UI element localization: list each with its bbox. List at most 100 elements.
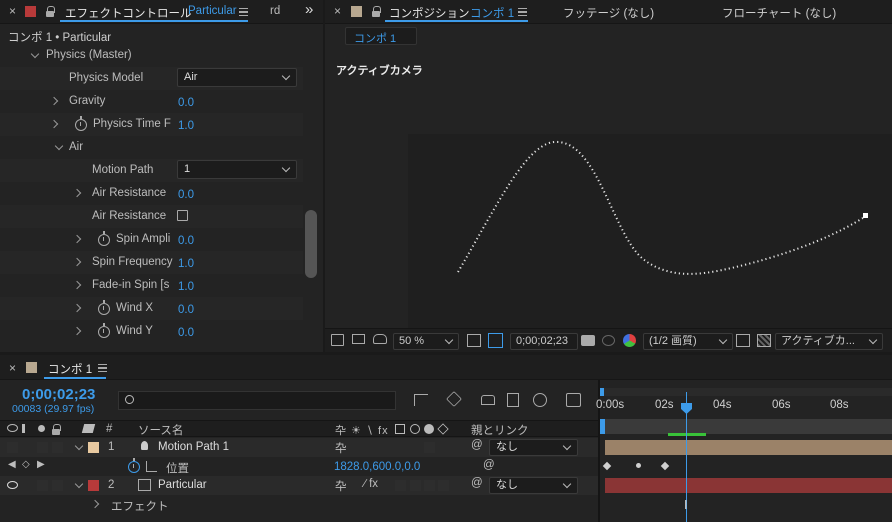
- switch-cell[interactable]: [424, 442, 435, 453]
- effect-switch-icon[interactable]: ∕ fx: [364, 478, 378, 490]
- visibility-toggle[interactable]: [7, 442, 18, 453]
- close-tab-icon[interactable]: ×: [334, 4, 341, 18]
- tab-composition-title[interactable]: コンポジション: [389, 5, 470, 21]
- chevron-down-icon[interactable]: [54, 141, 64, 151]
- col-source-name[interactable]: ソース名: [138, 422, 183, 438]
- tab-overflow-text[interactable]: rd: [270, 5, 280, 17]
- lock-toggle[interactable]: [52, 480, 63, 491]
- chevron-down-icon[interactable]: [30, 49, 40, 59]
- panel-menu-icon[interactable]: [239, 8, 248, 16]
- channel-icon[interactable]: [623, 334, 636, 347]
- comp-flowchart-icon[interactable]: [414, 394, 428, 406]
- air-resistance-checkbox[interactable]: [177, 210, 188, 221]
- col-parent-link[interactable]: 親とリンク: [471, 422, 529, 438]
- physics-master-group[interactable]: Physics (Master): [0, 44, 303, 67]
- parent-dropdown[interactable]: なし: [489, 439, 578, 456]
- timeline-current-time[interactable]: 0;00;02;23: [22, 386, 95, 403]
- more-tabs-icon[interactable]: »: [305, 1, 313, 18]
- tab-footage[interactable]: フッテージ (なし): [563, 5, 654, 21]
- collapse-switch-icon[interactable]: 卆: [335, 440, 347, 456]
- layer-1-duration-bar[interactable]: [605, 440, 892, 455]
- panel-menu-icon[interactable]: [518, 8, 527, 16]
- time-navigator[interactable]: [600, 388, 892, 396]
- pickwhip-icon[interactable]: @: [483, 459, 495, 471]
- grid-guides-icon[interactable]: [467, 334, 481, 347]
- tab-effect-name[interactable]: Particular: [188, 5, 237, 17]
- chevron-right-icon[interactable]: [72, 234, 82, 244]
- air-resistance-value[interactable]: 0.0: [178, 189, 194, 201]
- lock-icon[interactable]: [372, 6, 381, 17]
- chevron-right-icon[interactable]: [72, 303, 82, 313]
- layer-2-duration-bar[interactable]: [605, 478, 892, 493]
- tab-timeline-comp[interactable]: コンポ 1: [48, 361, 92, 377]
- chevron-right-icon[interactable]: [90, 499, 100, 509]
- lock-icon[interactable]: [52, 424, 61, 435]
- solo-icon[interactable]: [38, 425, 45, 432]
- chevron-right-icon[interactable]: [49, 96, 59, 106]
- switch-cell[interactable]: [424, 480, 435, 491]
- label-tag-icon[interactable]: [81, 424, 96, 433]
- stopwatch-icon[interactable]: [75, 116, 87, 131]
- eye-icon[interactable]: [7, 424, 18, 432]
- chevron-right-icon[interactable]: [72, 188, 82, 198]
- resolution-dropdown[interactable]: (1/2 画質): [643, 333, 733, 350]
- motion-blur-icon[interactable]: [533, 393, 547, 407]
- chevron-right-icon[interactable]: [72, 257, 82, 267]
- work-area-bar[interactable]: [600, 419, 892, 434]
- solo-toggle[interactable]: [37, 442, 48, 453]
- zoom-dropdown[interactable]: 50 %: [393, 333, 459, 350]
- layer-name[interactable]: Particular: [158, 479, 207, 491]
- parent-dropdown[interactable]: なし: [489, 477, 578, 494]
- switch-cell[interactable]: [410, 480, 421, 491]
- region-of-interest-icon[interactable]: [736, 334, 750, 347]
- show-snapshot-icon[interactable]: [602, 335, 615, 346]
- stopwatch-icon[interactable]: [98, 323, 110, 338]
- tab-effect-controls-title[interactable]: エフェクトコントロール: [65, 5, 192, 21]
- motion-path-dropdown[interactable]: 1: [177, 160, 297, 179]
- toggle-mask-path-icon[interactable]: [488, 333, 503, 348]
- switch-cell[interactable]: [438, 480, 449, 491]
- eye-icon[interactable]: [7, 481, 18, 489]
- stopwatch-icon[interactable]: [98, 300, 110, 315]
- stopwatch-icon[interactable]: [98, 231, 110, 246]
- layer-label-color[interactable]: [88, 442, 99, 453]
- comp-viewer-canvas[interactable]: [408, 134, 892, 328]
- physics-time-value[interactable]: 1.0: [178, 120, 194, 132]
- air-group[interactable]: Air: [0, 136, 303, 159]
- collapse-switch-icon[interactable]: 卆: [335, 478, 347, 494]
- camera-view-dropdown[interactable]: アクティブカ...: [775, 333, 883, 350]
- mask-view-icon[interactable]: [373, 334, 387, 344]
- layer-search-field[interactable]: [141, 393, 391, 408]
- pickwhip-icon[interactable]: @: [471, 439, 483, 451]
- chevron-right-icon[interactable]: [49, 119, 59, 129]
- effects-scrollbar[interactable]: [305, 210, 317, 278]
- fade-in-spin-value[interactable]: 1.0: [178, 281, 194, 293]
- comp-nav-chip[interactable]: コンポ 1: [345, 27, 417, 45]
- graph-icon[interactable]: [146, 461, 157, 472]
- add-keyframe-icon[interactable]: ◇: [22, 459, 30, 470]
- current-time-box[interactable]: 0;00;02;23: [510, 333, 578, 350]
- tab-flowchart[interactable]: フローチャート (なし): [722, 5, 836, 21]
- spin-ampli-value[interactable]: 0.0: [178, 235, 194, 247]
- gravity-value[interactable]: 0.0: [178, 97, 194, 109]
- transparency-grid-icon[interactable]: [757, 334, 771, 347]
- solo-toggle[interactable]: [37, 480, 48, 491]
- navigator-start-handle[interactable]: [600, 388, 604, 396]
- prev-keyframe-icon[interactable]: ◀: [8, 459, 16, 470]
- lock-toggle[interactable]: [52, 442, 63, 453]
- close-tab-icon[interactable]: ×: [9, 4, 16, 18]
- lock-icon[interactable]: [46, 6, 55, 17]
- position-value[interactable]: 1828.0,600.0,0.0: [334, 461, 420, 473]
- layer-row-1[interactable]: 1 Motion Path 1 卆 @ なし: [0, 438, 600, 457]
- layer-search-input[interactable]: [118, 391, 396, 410]
- chevron-down-icon[interactable]: [74, 479, 84, 489]
- spin-frequency-value[interactable]: 1.0: [178, 258, 194, 270]
- monitor-icon[interactable]: [352, 334, 365, 344]
- wind-y-value[interactable]: 0.0: [178, 327, 194, 339]
- next-keyframe-icon[interactable]: ▶: [37, 459, 45, 470]
- shy-layers-icon[interactable]: [481, 395, 495, 405]
- chevron-down-icon[interactable]: [74, 441, 84, 451]
- always-preview-icon[interactable]: [331, 334, 344, 346]
- chevron-right-icon[interactable]: [72, 280, 82, 290]
- layer-row-2[interactable]: 2 Particular 卆 ∕ fx @ なし: [0, 476, 600, 495]
